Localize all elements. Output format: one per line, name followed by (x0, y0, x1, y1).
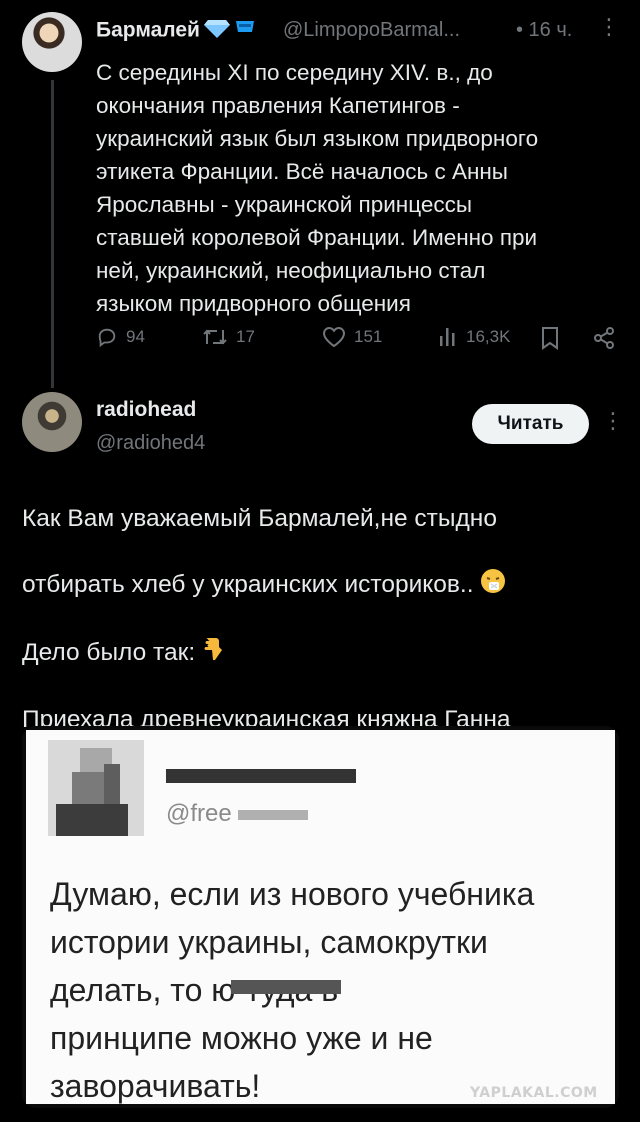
more-icon[interactable]: ⋮ (598, 16, 620, 38)
like-icon (322, 326, 346, 348)
diamond-badge-icon (203, 18, 230, 44)
like-button[interactable]: 151 (322, 326, 382, 348)
retweet-button[interactable]: 17 (202, 326, 255, 348)
embedded-screenshot: @free Думаю, если из нового учебника ист… (26, 730, 615, 1104)
post-time[interactable]: • 16 ч. (516, 19, 572, 42)
action-bar: 94 17 151 16,3K (96, 326, 626, 360)
author-handle[interactable]: @LimpopoBarmal... (283, 19, 460, 42)
tweet-text: С середины XI по середину XIV. в., до ок… (96, 60, 539, 316)
verified-badge-icon (234, 18, 256, 44)
author-handle[interactable]: @radiohed4 (96, 432, 205, 455)
reply-button[interactable]: 94 (96, 326, 145, 348)
thread-connector (51, 80, 54, 388)
censor-block (231, 980, 341, 994)
sneezing-face-icon (480, 568, 506, 604)
views-count: 16,3K (466, 327, 511, 346)
retweet-icon (203, 329, 227, 345)
avatar[interactable] (22, 12, 82, 72)
author-name[interactable]: radiohead (96, 398, 196, 422)
pointing-down-icon (202, 636, 224, 672)
follow-button[interactable]: Читать (472, 404, 589, 444)
retweet-count: 17 (236, 327, 255, 346)
embedded-image[interactable]: @free Думаю, если из нового учебника ист… (22, 726, 619, 1108)
share-button[interactable] (592, 326, 624, 350)
avatar[interactable] (22, 392, 82, 452)
share-icon (594, 327, 614, 349)
watermark: YAPLAKAL.COM (470, 1085, 598, 1101)
censored-name (166, 758, 356, 790)
author-name[interactable]: Бармалей (96, 18, 256, 44)
bookmark-icon (542, 327, 558, 350)
bookmark-button[interactable] (540, 326, 568, 350)
more-icon[interactable]: ⋮ (602, 410, 624, 432)
views-icon (440, 328, 455, 346)
embedded-handle: @free (166, 800, 309, 828)
pixelated-avatar (48, 740, 144, 836)
views-button[interactable]: 16,3K (438, 326, 510, 348)
like-count: 151 (354, 327, 383, 346)
reply-count: 94 (126, 327, 145, 346)
reply-icon (98, 328, 116, 348)
